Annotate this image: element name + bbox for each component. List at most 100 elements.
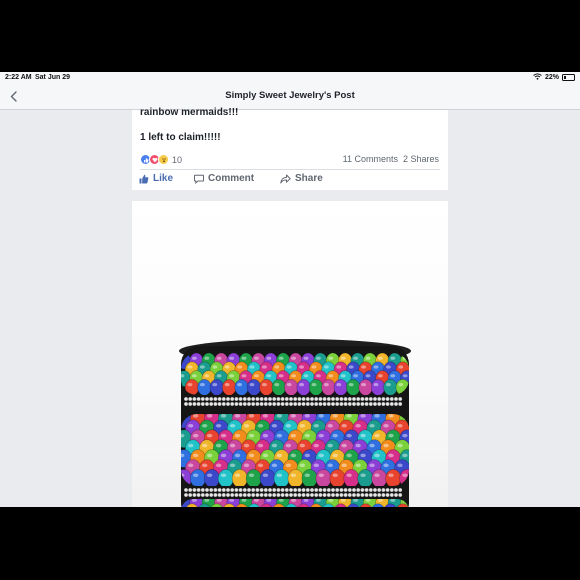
rhinestone xyxy=(309,401,314,406)
rhinestone xyxy=(246,396,251,401)
sequin-highlight xyxy=(340,356,346,360)
sequin-highlight xyxy=(276,414,283,418)
sequin-highlight xyxy=(266,356,272,360)
sequin-highlight xyxy=(257,443,264,448)
sequin-highlight xyxy=(234,473,241,478)
sequin-highlight xyxy=(181,453,185,458)
sequin-highlight xyxy=(290,473,297,478)
rhinestone xyxy=(263,401,268,406)
thumbs-up-icon xyxy=(139,174,149,183)
post-photo[interactable] xyxy=(132,201,448,507)
rhinestone xyxy=(372,488,377,493)
sequin-highlight xyxy=(390,499,396,502)
rhinestone xyxy=(217,396,222,401)
rhinestone xyxy=(263,396,268,401)
sequin-highlight xyxy=(215,423,222,428)
sequin-highlight xyxy=(248,414,255,418)
rhinestone xyxy=(385,493,390,498)
sequin-highlight xyxy=(336,365,342,369)
sequin-highlight xyxy=(249,365,255,369)
rhinestone xyxy=(280,493,285,498)
sequin xyxy=(245,469,262,486)
sequin-highlight xyxy=(360,453,366,458)
rhinestone xyxy=(276,396,281,401)
sequin-highlight xyxy=(360,473,366,478)
sequin-highlight xyxy=(324,365,329,369)
rhinestone xyxy=(230,396,235,401)
rhinestone xyxy=(301,396,306,401)
rhinestone xyxy=(192,488,197,493)
sequin-highlight xyxy=(286,383,292,387)
rhinestone xyxy=(276,493,281,498)
sequin-highlight xyxy=(383,443,389,448)
sequin xyxy=(301,469,318,486)
rhinestone xyxy=(255,396,260,401)
rhinestone xyxy=(322,488,327,493)
rhinestone xyxy=(188,493,193,498)
rhinestone xyxy=(263,493,268,498)
comment-button[interactable]: Comment xyxy=(194,173,254,184)
rhinestone xyxy=(209,493,214,498)
sequin-highlight xyxy=(224,383,230,387)
sequin xyxy=(189,469,206,486)
sequin-highlight xyxy=(241,374,247,378)
sequin-highlight xyxy=(402,374,408,378)
rhinestone xyxy=(272,493,277,498)
rhinestone xyxy=(230,401,235,406)
rhinestone xyxy=(221,493,226,498)
rhinestone xyxy=(360,396,365,401)
rhinestone xyxy=(200,401,205,406)
rhinestone xyxy=(196,401,201,406)
rhinestone xyxy=(234,396,239,401)
sequin-highlight xyxy=(304,473,310,478)
sequin-highlight xyxy=(346,414,352,418)
rhinestone xyxy=(377,488,382,493)
sequin-highlight xyxy=(216,499,222,502)
rhinestone xyxy=(389,396,394,401)
sequin-highlight xyxy=(234,453,241,458)
rhinestone xyxy=(301,493,306,498)
rhinestone xyxy=(234,488,239,493)
wow-reaction-icon xyxy=(158,154,169,165)
reaction-summary[interactable]: 10 xyxy=(140,154,182,165)
rhinestone xyxy=(200,493,205,498)
sequin-highlight xyxy=(234,414,241,418)
shares-count-link[interactable]: 2 Shares xyxy=(403,154,439,164)
bracelet-photo xyxy=(179,339,411,507)
rhinestone xyxy=(377,396,382,401)
share-button[interactable]: Share xyxy=(280,173,323,184)
rhinestone xyxy=(293,488,298,493)
sequin xyxy=(357,469,374,486)
rhinestone xyxy=(305,396,310,401)
sequin-highlight xyxy=(304,453,310,458)
sequin-highlight xyxy=(327,423,333,428)
sequin xyxy=(333,379,348,395)
sequin-highlight xyxy=(276,433,283,438)
status-bar: 2:22 AM Sat Jun 29 22% xyxy=(0,72,580,83)
sequin xyxy=(315,469,332,486)
rhinestone xyxy=(318,396,323,401)
rhinestone xyxy=(251,493,256,498)
sequin-highlight xyxy=(332,453,338,458)
sequin-highlight xyxy=(353,499,359,502)
rhinestone xyxy=(368,401,373,406)
sequin-highlight xyxy=(348,365,354,369)
sequin-highlight xyxy=(262,433,269,438)
rhinestone xyxy=(398,493,403,498)
rhinestone xyxy=(364,401,369,406)
rhinestone xyxy=(335,396,340,401)
sequin-highlight xyxy=(229,356,234,360)
sequin-highlight xyxy=(220,433,227,438)
rhinestone xyxy=(242,493,247,498)
action-divider xyxy=(140,169,440,170)
sequin-highlight xyxy=(286,365,292,369)
sequin-highlight xyxy=(386,365,391,369)
rhinestone xyxy=(267,401,272,406)
comments-count-link[interactable]: 11 Comments xyxy=(343,154,398,164)
rhinestone xyxy=(351,401,356,406)
sequin-highlight xyxy=(369,423,375,428)
sequin xyxy=(308,379,324,395)
like-button[interactable]: Like xyxy=(139,173,173,184)
rhinestone xyxy=(225,401,230,406)
sequin-highlight xyxy=(299,443,306,448)
